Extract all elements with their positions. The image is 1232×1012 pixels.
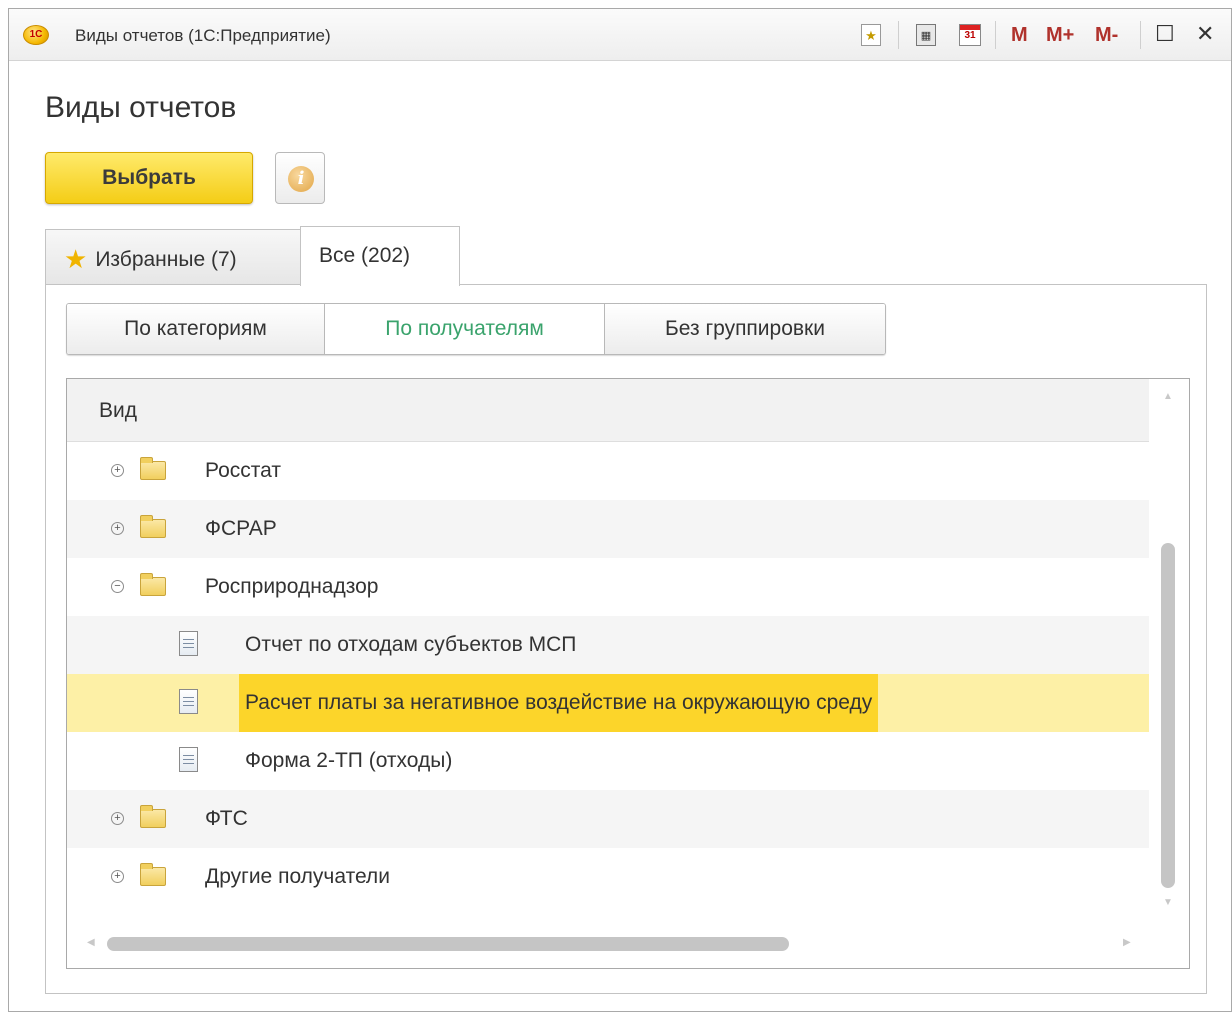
list-item-label: Расчет платы за негативное воздействие н…	[239, 674, 879, 732]
column-header-type[interactable]: Вид	[67, 379, 1149, 442]
expand-icon[interactable]: +	[111, 812, 124, 825]
document-icon	[179, 747, 198, 772]
close-button[interactable]: ✕	[1196, 21, 1214, 47]
vertical-scrollbar[interactable]: ▲ ▼	[1149, 379, 1189, 924]
list-item[interactable]: + Другие получатели	[67, 848, 1149, 906]
tab-all[interactable]: Все (202)	[300, 226, 460, 288]
vertical-scroll-thumb[interactable]	[1161, 543, 1175, 888]
list-item[interactable]: − Росприроднадзор	[67, 558, 1149, 616]
report-types-window: 1С Виды отчетов (1С:Предприятие) ★ ▦ 31 …	[8, 8, 1232, 1012]
tab-panel-all: По категориям По получателям Без группир…	[45, 284, 1207, 994]
scroll-left-arrow-icon[interactable]: ◀	[87, 937, 95, 948]
list-item[interactable]: Отчет по отходам субъектов МСП	[67, 616, 1149, 674]
document-icon	[179, 689, 198, 714]
tab-all-label: Все (202)	[319, 244, 411, 267]
app-logo-icon[interactable]: 1С	[23, 25, 49, 45]
grouping-switch: По категориям По получателям Без группир…	[66, 303, 886, 355]
window-title: Виды отчетов (1С:Предприятие)	[75, 26, 331, 45]
folder-icon	[140, 573, 166, 596]
list-item-label: Отчет по отходам субъектов МСП	[245, 633, 577, 656]
toolbar-separator	[1140, 21, 1141, 49]
collapse-icon[interactable]: −	[111, 580, 124, 593]
favorites-icon[interactable]: ★	[861, 24, 881, 46]
list-item[interactable]: Форма 2-ТП (отходы)	[67, 732, 1149, 790]
expand-icon[interactable]: +	[111, 870, 124, 883]
folder-icon	[140, 457, 166, 480]
no-grouping-button[interactable]: Без группировки	[605, 304, 885, 354]
select-button[interactable]: Выбрать	[45, 152, 253, 204]
toolbar-separator	[995, 21, 996, 49]
list-item[interactable]: + ФТС	[67, 790, 1149, 848]
folder-icon	[140, 805, 166, 828]
scroll-down-arrow-icon[interactable]: ▼	[1161, 897, 1175, 908]
list-item[interactable]: + ФСРАР	[67, 500, 1149, 558]
toolbar-separator	[898, 21, 899, 49]
page-title: Виды отчетов	[45, 91, 237, 124]
star-icon: ★	[64, 244, 88, 274]
scroll-up-arrow-icon[interactable]: ▲	[1161, 391, 1175, 402]
list-item-label: ФСРАР	[205, 517, 277, 540]
info-button[interactable]: i	[275, 152, 325, 204]
list-item-label: Росприроднадзор	[205, 575, 379, 598]
info-icon: i	[288, 166, 314, 192]
calendar-icon[interactable]: 31	[959, 24, 981, 46]
group-by-category-button[interactable]: По категориям	[67, 304, 325, 354]
list-item-label: Форма 2-ТП (отходы)	[245, 749, 453, 772]
memory-minus-button[interactable]: M-	[1095, 24, 1118, 47]
folder-icon	[140, 863, 166, 886]
folder-icon	[140, 515, 166, 538]
memory-m-button[interactable]: M	[1011, 24, 1028, 47]
horizontal-scroll-thumb[interactable]	[107, 937, 789, 951]
list-item-label: Другие получатели	[205, 865, 390, 888]
report-types-list[interactable]: Вид + Росстат + ФСРАР − Росприроднадзор …	[66, 378, 1190, 969]
calculator-icon[interactable]: ▦	[916, 24, 936, 46]
title-bar: 1С Виды отчетов (1С:Предприятие) ★ ▦ 31 …	[9, 9, 1231, 61]
group-by-recipient-button[interactable]: По получателям	[325, 304, 605, 354]
tab-favorites[interactable]: ★ Избранные (7)	[45, 229, 302, 285]
maximize-button[interactable]: ☐	[1155, 21, 1175, 47]
list-item-selected[interactable]: Расчет платы за негативное воздействие н…	[67, 674, 1149, 732]
expand-icon[interactable]: +	[111, 464, 124, 477]
scroll-right-arrow-icon[interactable]: ▶	[1123, 937, 1131, 948]
memory-plus-button[interactable]: M+	[1046, 24, 1074, 47]
expand-icon[interactable]: +	[111, 522, 124, 535]
calendar-day-label: 31	[964, 30, 976, 41]
tab-favorites-label: Избранные (7)	[95, 248, 237, 271]
list-item-label: ФТС	[205, 807, 248, 830]
list-item-label: Росстат	[205, 459, 281, 482]
list-item[interactable]: + Росстат	[67, 442, 1149, 500]
document-icon	[179, 631, 198, 656]
